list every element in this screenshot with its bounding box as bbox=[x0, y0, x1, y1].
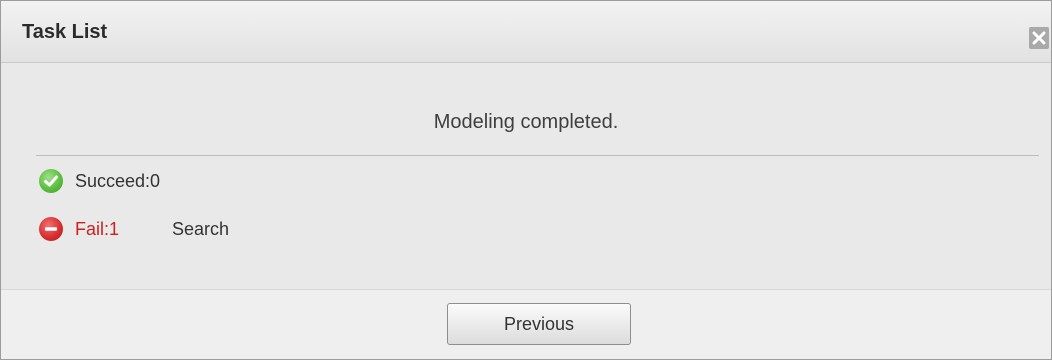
minus-circle-icon bbox=[39, 217, 63, 241]
previous-button[interactable]: Previous bbox=[447, 303, 631, 345]
succeed-count: Succeed:0 bbox=[75, 170, 161, 191]
close-button[interactable] bbox=[1029, 27, 1049, 49]
dialog-title: Task List bbox=[22, 21, 108, 43]
divider bbox=[36, 155, 1039, 156]
fail-row: Fail:1 Search bbox=[39, 216, 229, 242]
check-circle-icon bbox=[39, 169, 63, 193]
dialog-body: Modeling completed. Succeed:0 Fail:1 Sea… bbox=[1, 63, 1051, 289]
dialog-titlebar: Task List bbox=[1, 1, 1051, 63]
failed-task-name: Search bbox=[172, 218, 230, 239]
status-message: Modeling completed. bbox=[433, 111, 619, 133]
fail-count: Fail:1 bbox=[75, 218, 120, 239]
succeed-row: Succeed:0 bbox=[39, 168, 160, 194]
dialog-footer: Previous bbox=[1, 289, 1051, 359]
close-icon bbox=[1032, 31, 1046, 45]
task-list-dialog: Task List Modeling completed. Succeed:0 bbox=[0, 0, 1052, 360]
